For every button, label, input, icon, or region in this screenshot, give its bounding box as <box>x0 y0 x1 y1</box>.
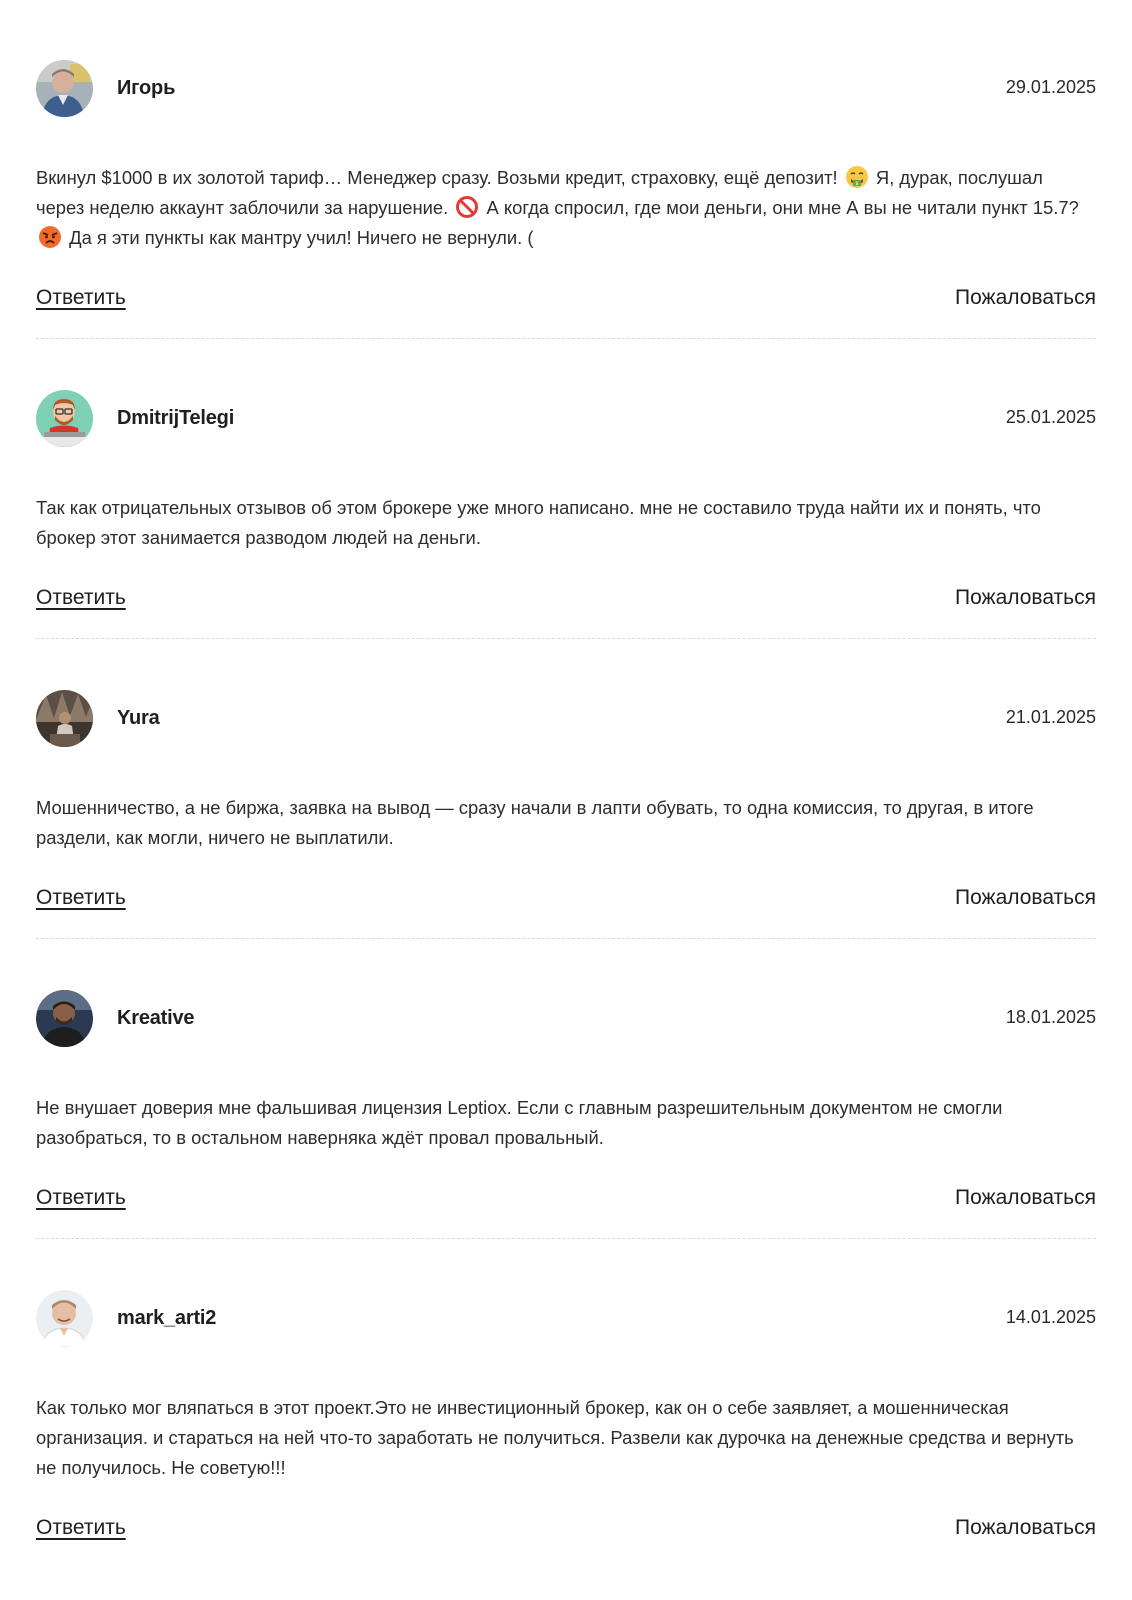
reply-link[interactable]: Ответить <box>36 1186 126 1210</box>
svg-text:$: $ <box>855 181 858 187</box>
comment-header: mark_arti2 14.01.2025 <box>36 1290 1096 1348</box>
comment-text: Вкинул $1000 в их золотой тариф… Менедже… <box>36 163 1096 253</box>
report-button[interactable]: Пожаловаться <box>955 886 1096 910</box>
report-button[interactable]: Пожаловаться <box>955 586 1096 610</box>
comment-text: Мошенничество, а не биржа, заявка на выв… <box>36 797 1034 848</box>
author-name: Kreative <box>117 1007 195 1029</box>
avatar <box>36 60 93 117</box>
comment-header: Игорь 29.01.2025 <box>36 60 1096 118</box>
comment-date: 18.01.2025 <box>1005 1007 1096 1027</box>
comment-text: Так как отрицательных отзывов об этом бр… <box>36 497 1041 548</box>
comment-date: 14.01.2025 <box>1005 1307 1096 1327</box>
comment-date: 25.01.2025 <box>1005 407 1096 427</box>
angry-face-icon <box>38 225 62 249</box>
comment-actions: Ответить Пожаловаться <box>36 1516 1096 1550</box>
divider <box>36 638 1096 639</box>
comment-actions: Ответить Пожаловаться <box>36 586 1096 620</box>
avatar <box>36 990 93 1047</box>
reply-link[interactable]: Ответить <box>36 1516 126 1540</box>
avatar <box>36 1290 93 1347</box>
reply-link[interactable]: Ответить <box>36 586 126 610</box>
comment-text-part: А когда спросил, где мои деньги, они мне… <box>486 197 1079 218</box>
comment-item: Kreative 18.01.2025 Не внушает доверия м… <box>36 990 1096 1290</box>
author-name: DmitrijTelegi <box>117 407 235 429</box>
comment-item: mark_arti2 14.01.2025 Как только мог вля… <box>36 1290 1096 1590</box>
comment-item: Игорь 29.01.2025 Вкинул $1000 в их золот… <box>36 60 1096 360</box>
comment-actions: Ответить Пожаловаться <box>36 1186 1096 1220</box>
comment-text-part: Вкинул $1000 в их золотой тариф… Менедже… <box>36 167 838 188</box>
money-mouth-face-icon: $ <box>845 165 869 189</box>
divider <box>36 1238 1096 1239</box>
comment-actions: Ответить Пожаловаться <box>36 886 1096 920</box>
comment-item: Yura 21.01.2025 Мошенничество, а не бирж… <box>36 690 1096 990</box>
comment-actions: Ответить Пожаловаться <box>36 286 1096 320</box>
report-button[interactable]: Пожаловаться <box>955 286 1096 310</box>
report-button[interactable]: Пожаловаться <box>955 1186 1096 1210</box>
divider <box>36 938 1096 939</box>
comment-text: Как только мог вляпаться в этот проект.Э… <box>36 1397 1074 1478</box>
comment-header: DmitrijTelegi 25.01.2025 <box>36 390 1096 448</box>
author-name: Yura <box>117 707 160 729</box>
comment-header: Yura 21.01.2025 <box>36 690 1096 748</box>
reply-link[interactable]: Ответить <box>36 286 126 310</box>
avatar <box>36 390 93 447</box>
avatar <box>36 690 93 747</box>
reply-link[interactable]: Ответить <box>36 886 126 910</box>
comment-date: 29.01.2025 <box>1005 77 1096 97</box>
comment-date: 21.01.2025 <box>1005 707 1096 727</box>
comment-text: Не внушает доверия мне фальшивая лицензи… <box>36 1097 1003 1148</box>
author-name: Игорь <box>117 77 176 99</box>
author-name: mark_arti2 <box>117 1307 217 1329</box>
divider <box>36 338 1096 339</box>
comment-text-part: Да я эти пункты как мантру учил! Ничего … <box>69 227 534 248</box>
report-button[interactable]: Пожаловаться <box>955 1516 1096 1540</box>
comment-item: DmitrijTelegi 25.01.2025 Так как отрицат… <box>36 390 1096 690</box>
comment-header: Kreative 18.01.2025 <box>36 990 1096 1048</box>
prohibited-icon <box>455 195 479 219</box>
